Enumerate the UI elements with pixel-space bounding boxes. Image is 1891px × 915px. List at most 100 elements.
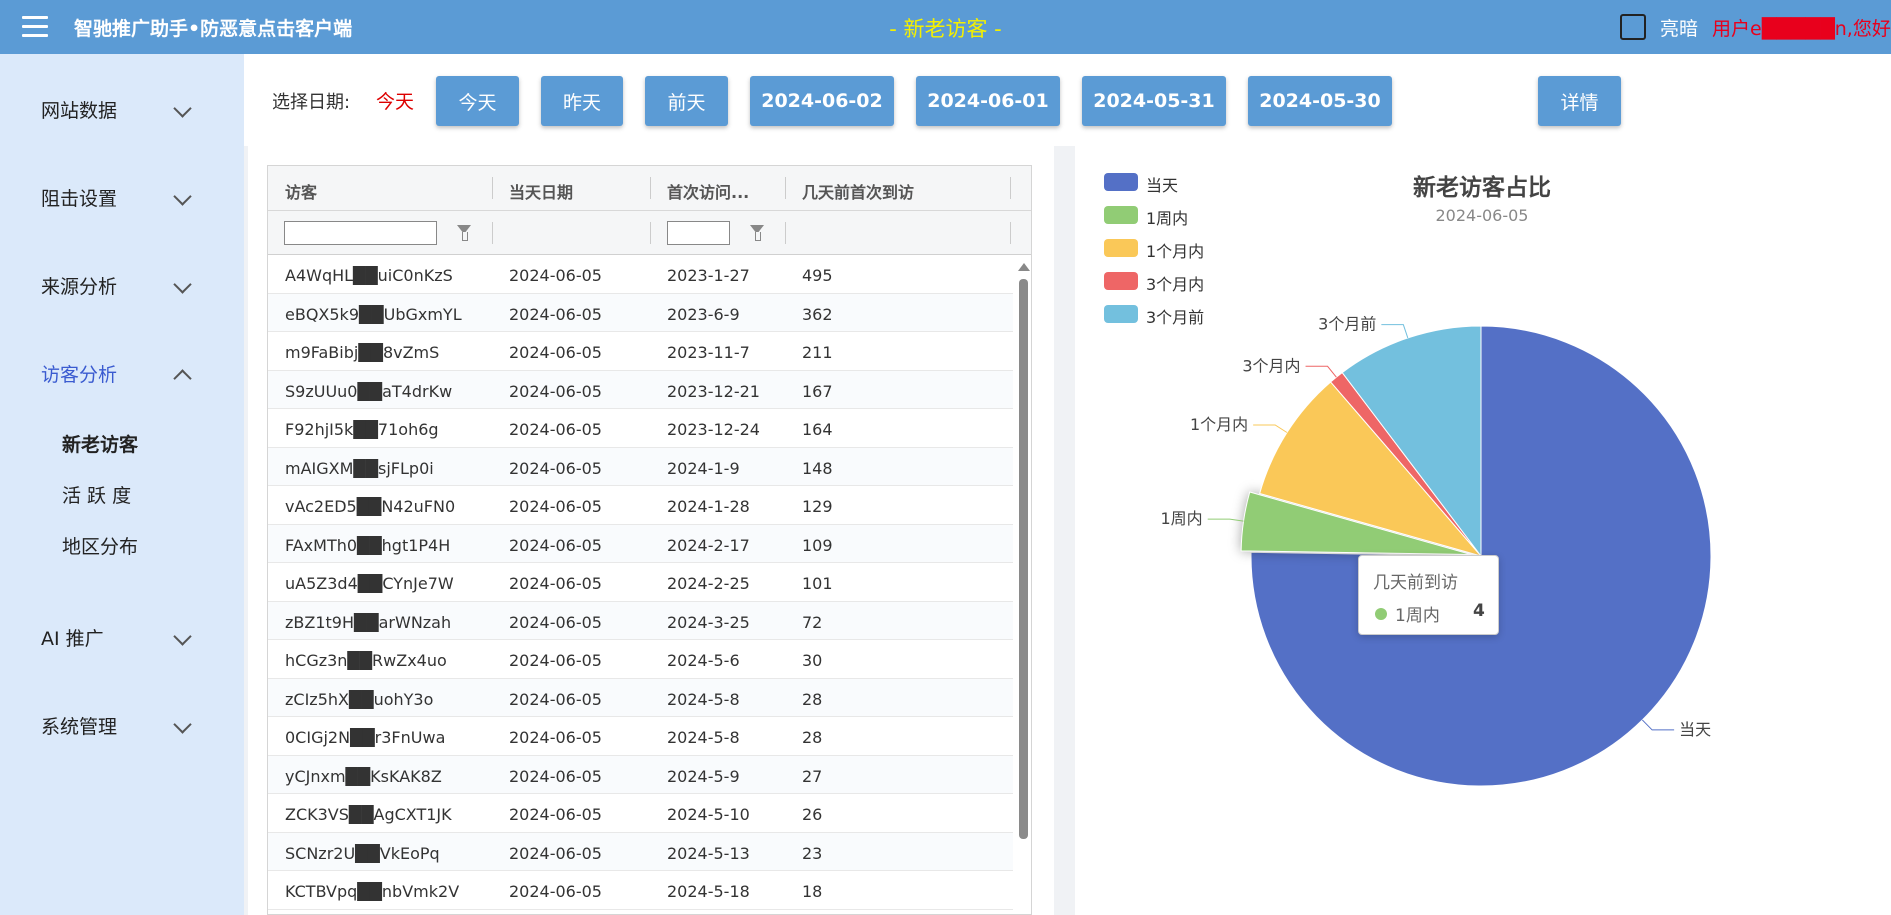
tooltip-title: 几天前到访 (1373, 573, 1458, 593)
cell-first-visit: 2024-5-10 (667, 805, 750, 824)
table-scrollbar[interactable] (1015, 255, 1031, 914)
date-2024-05-31-button[interactable]: 2024-05-31 (1082, 76, 1226, 126)
pie-slice-label: 当天 (1679, 720, 1711, 739)
cell-date: 2024-06-05 (509, 381, 602, 401)
nav-source-analysis[interactable]: 来源分析 (0, 264, 244, 304)
chevron-down-icon (173, 715, 192, 734)
first-visit-filter-input[interactable] (667, 221, 730, 245)
cell-date: 2024-06-05 (509, 805, 602, 824)
cell-visitor: zBZ1t9H██arWNzah (285, 612, 452, 632)
cell-visitor: hCGz3n██RwZx4uo (285, 651, 447, 670)
cell-first-visit: 2023-12-21 (667, 381, 760, 401)
nav-label: 来源分析 (41, 276, 118, 298)
cell-first-visit: 2024-5-9 (667, 766, 740, 786)
cell-days-since: 26 (802, 805, 823, 824)
column-header-date[interactable]: 当天日期 (509, 179, 573, 203)
cell-visitor: vAc2ED5██N42uFN0 (285, 497, 456, 516)
pie-label-leader-line (1253, 424, 1288, 433)
nav-visitor-analysis[interactable]: 访客分析 (0, 352, 244, 392)
table-row[interactable]: vAc2ED5██N42uFN0 2024-06-05 2024-1-28 129 (268, 486, 1013, 525)
nav-ai-promotion[interactable]: AI 推广 (0, 616, 244, 656)
current-date: 今天 (376, 91, 415, 113)
table-row[interactable]: SCNzr2U██VkEoPq 2024-06-05 2024-5-13 23 (268, 832, 1013, 871)
hamburger-menu-icon[interactable] (22, 16, 48, 38)
nav-system-management[interactable]: 系统管理 (0, 704, 244, 744)
cell-days-since: 28 (802, 689, 823, 709)
tooltip-marker (1375, 608, 1387, 620)
date-2024-05-30-button[interactable]: 2024-05-30 (1248, 76, 1392, 126)
cell-visitor: m9FaBibj██8vZmS (285, 343, 440, 362)
cell-first-visit: 2024-1-28 (667, 497, 750, 516)
date-today-button[interactable]: 今天 (436, 76, 519, 126)
date-2024-06-01-button[interactable]: 2024-06-01 (916, 76, 1060, 126)
details-button[interactable]: 详情 (1538, 76, 1621, 126)
table-row[interactable]: ZCK3VS██AgCXT1JK 2024-06-05 2024-5-10 26 (268, 794, 1013, 833)
column-header-first-visit[interactable]: 首次访问... (667, 179, 749, 203)
nav-label: 系统管理 (41, 716, 118, 738)
cell-date: 2024-06-05 (509, 612, 602, 632)
table-row[interactable]: m9FaBibj██8vZmS 2024-06-05 2023-11-7 211 (268, 332, 1013, 371)
cell-date: 2024-06-05 (509, 574, 602, 593)
date-day-before-button[interactable]: 前天 (645, 76, 728, 126)
cell-days-since: 18 (802, 882, 823, 901)
table-row[interactable]: eBQX5k9██UbGxmYL 2024-06-05 2023-6-9 362 (268, 293, 1013, 332)
table-row[interactable]: S9zUUu0██aT4drKw 2024-06-05 2023-12-21 167 (268, 370, 1013, 409)
table-row[interactable]: mAIGXM██sjFLp0i 2024-06-05 2024-1-9 148 (268, 447, 1013, 486)
table-row[interactable]: KCTBVpq██nbVmk2V 2024-06-05 2024-5-18 18 (268, 871, 1013, 910)
pie-slice-label: 1个月内 (1190, 415, 1248, 434)
filter-icon[interactable] (457, 225, 471, 241)
date-2024-06-02-button[interactable]: 2024-06-02 (750, 76, 894, 126)
cell-days-since: 362 (802, 304, 833, 324)
theme-toggle-checkbox[interactable] (1620, 14, 1646, 40)
table-row[interactable]: F92hjI5k██71oh6g 2024-06-05 2023-12-24 164 (268, 409, 1013, 448)
chevron-up-icon (173, 369, 192, 388)
table-row[interactable]: FAxMTh0██hgt1P4H 2024-06-05 2024-2-17 109 (268, 524, 1013, 563)
table-row[interactable]: hCGz3n██RwZx4uo 2024-06-05 2024-5-6 30 (268, 640, 1013, 679)
cell-first-visit: 2023-11-7 (667, 343, 750, 362)
column-separator[interactable] (492, 177, 493, 199)
table-row[interactable]: A4WqHL██uiC0nKzS 2024-06-05 2023-1-27 495 (268, 255, 1013, 294)
visitor-filter-input[interactable] (284, 221, 437, 245)
column-separator[interactable] (650, 177, 651, 199)
cell-visitor: uA5Z3d4██CYnJe7W (285, 574, 454, 593)
top-header: 智驰推广助手•防恶意点击客户端 - 新老访客 - 亮暗 用户e█████n,您好… (0, 0, 1891, 54)
cell-date: 2024-06-05 (509, 843, 602, 863)
column-separator[interactable] (1010, 177, 1011, 199)
column-header-visitor[interactable]: 访客 (285, 179, 317, 203)
filter-icon[interactable] (750, 225, 764, 241)
table-row[interactable]: 0CIGj2N██r3FnUwa 2024-06-05 2024-5-8 28 (268, 717, 1013, 756)
column-separator (785, 222, 786, 244)
nav-label: 阻击设置 (41, 188, 118, 210)
table-row[interactable]: zBZ1t9H██arWNzah 2024-06-05 2024-3-25 72 (268, 601, 1013, 640)
cell-first-visit: 2023-12-24 (667, 420, 760, 439)
table-filter-row (268, 211, 1031, 255)
pie-slice-label: 3个月前 (1318, 315, 1376, 334)
cell-date: 2024-06-05 (509, 458, 602, 478)
pie-label-leader-line (1641, 719, 1675, 731)
nav-website-data[interactable]: 网站数据 (0, 88, 244, 128)
column-separator[interactable] (785, 177, 786, 199)
date-label: 选择日期: (272, 92, 351, 113)
scrollbar-thumb[interactable] (1019, 279, 1028, 839)
pie-chart: 当天 1周内 1个月内 3个月内 3个月前 (1161, 315, 1712, 787)
cell-days-since: 211 (802, 343, 833, 362)
column-header-days-since[interactable]: 几天前首次到访 (802, 179, 914, 203)
subnav-activity[interactable]: 活 跃 度 (62, 481, 131, 508)
chevron-down-icon (173, 99, 192, 118)
cell-visitor: yCJnxm██KsKAK8Z (285, 766, 442, 786)
cell-date: 2024-06-05 (509, 304, 602, 324)
cell-days-since: 109 (802, 535, 833, 555)
table-row[interactable]: zCIz5hX██uohY3o 2024-06-05 2024-5-8 28 (268, 678, 1013, 717)
table-row[interactable]: uA5Z3d4██CYnJe7W 2024-06-05 2024-2-25 101 (268, 563, 1013, 602)
nav-label: 访客分析 (41, 364, 118, 386)
cell-first-visit: 2024-5-18 (667, 882, 750, 901)
subnav-new-old-visitors[interactable]: 新老访客 (62, 430, 138, 457)
date-yesterday-button[interactable]: 昨天 (541, 76, 623, 126)
cell-days-since: 23 (802, 843, 823, 863)
nav-block-settings[interactable]: 阻击设置 (0, 176, 244, 216)
table-row[interactable]: yCJnxm██KsKAK8Z 2024-06-05 2024-5-9 27 (268, 755, 1013, 794)
pie-slice-label: 1周内 (1161, 509, 1203, 528)
scroll-up-arrow-icon[interactable] (1018, 263, 1030, 271)
subnav-region[interactable]: 地区分布 (62, 532, 138, 559)
cell-days-since: 28 (802, 728, 823, 747)
